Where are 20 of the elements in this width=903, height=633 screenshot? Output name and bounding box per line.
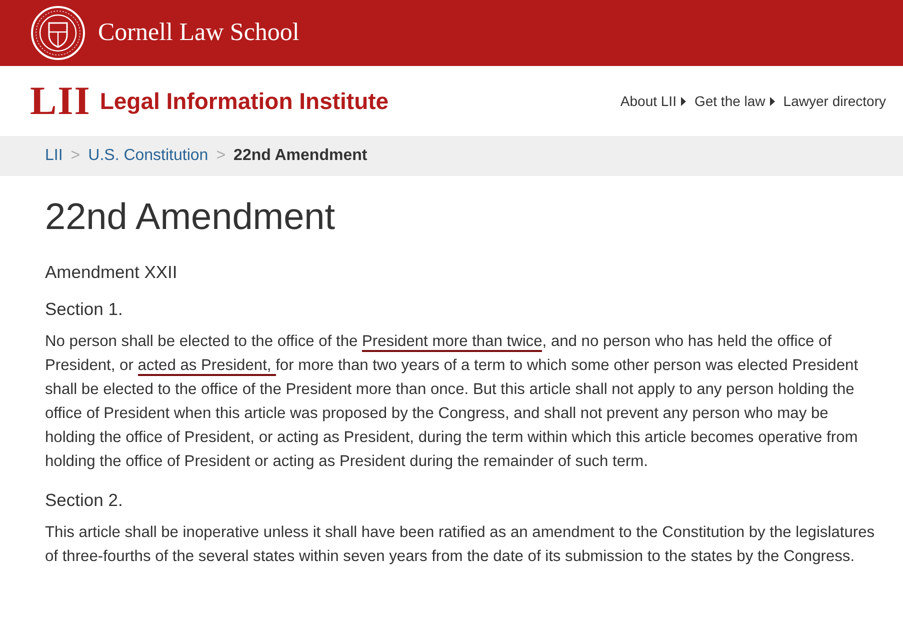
lii-logo[interactable]: LII (30, 81, 91, 121)
nav-link[interactable]: About LII (620, 93, 686, 109)
site-name[interactable]: Legal Information Institute (100, 88, 389, 114)
section-text: This article shall be inoperative unless it shall have been ratified as an amendment to the Constitution by the legislatures of three-fourths of the several states within seven years from the date of its submission to the states by the Congress. (45, 523, 876, 567)
seal-icon (30, 5, 86, 61)
section-text: No person shall be elected to the office of the President more than twice, and no person who has held the office of President, or acted as President, for more than two years of a term to which some other person was elected President shall be elected to the office of the President more than once. But this article shall not apply to any person holding the office of President when this article was proposed by the Congress, and shall not prevent any person who may be holding the office of President, or acting as President, during the term within which this article becomes operative from holding the office of President or acting as President during the remainder of such term. (45, 332, 860, 472)
amendment-label: Amendment XXII (45, 262, 178, 283)
breadcrumb-current: 22nd Amendment (234, 147, 368, 165)
nav-link[interactable]: Get the law (694, 93, 776, 109)
breadcrumb-separator: > (216, 147, 226, 165)
page-title: 22nd Amendment (45, 196, 336, 238)
breadcrumb-separator: > (70, 147, 80, 165)
section-heading: Section 2. (45, 490, 124, 511)
section-heading: Section 1. (45, 299, 124, 320)
caret-icon (770, 96, 776, 106)
nav-link[interactable]: Lawyer directory (783, 93, 886, 109)
school-name[interactable]: Cornell Law School (98, 19, 300, 47)
breadcrumb-link[interactable]: U.S. Constitution (88, 147, 208, 165)
caret-icon (681, 96, 686, 106)
breadcrumb-link[interactable]: LII (45, 147, 63, 165)
